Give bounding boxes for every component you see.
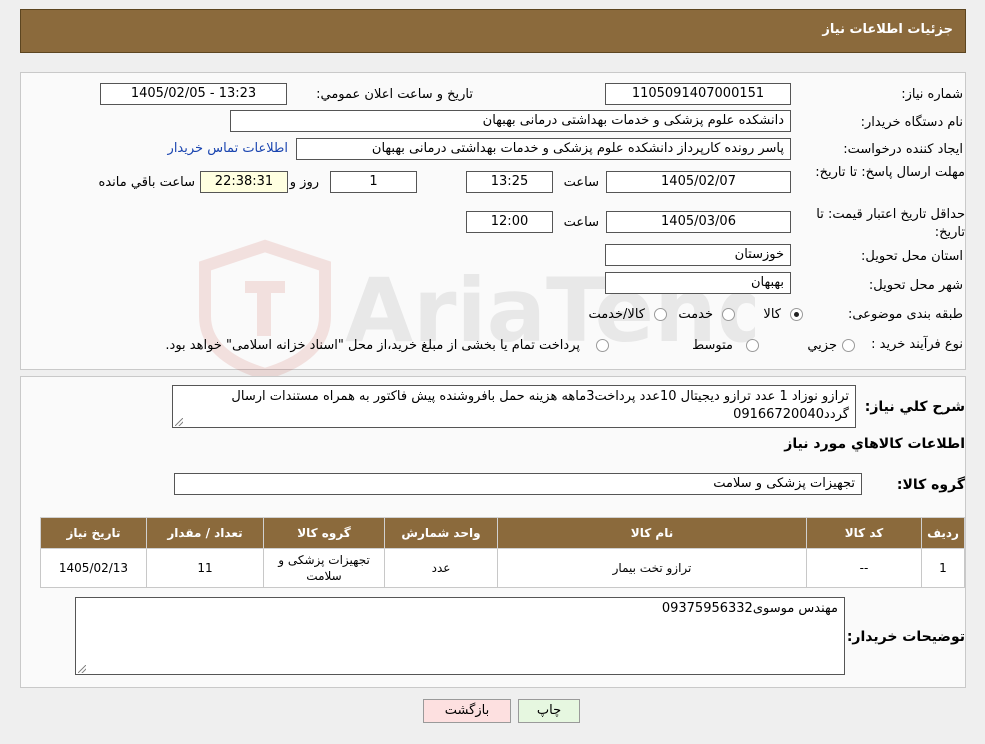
- column-header-name: نام کالا: [497, 517, 807, 549]
- buyer-notes-label: توضيحات خريدار:: [846, 629, 965, 645]
- category-option-service: خدمت: [678, 307, 713, 322]
- time-remaining-label: ساعت باقي مانده: [98, 175, 195, 190]
- requester-label: ايجاد کننده درخواست:: [843, 142, 963, 157]
- days-remaining-field: 1: [330, 171, 417, 193]
- need-number-field: 1105091407000151: [605, 83, 791, 105]
- price-validity-time-field: 12:00: [466, 211, 553, 233]
- process-treasury-note: پرداخت تمام يا بخشی از مبلغ خريد،از محل …: [165, 338, 580, 353]
- process-option-medium: متوسط: [692, 338, 733, 353]
- city-label: شهر محل تحويل:: [868, 278, 963, 293]
- column-header-qty: تعداد / مقدار: [146, 517, 264, 549]
- resize-grip-icon[interactable]: [78, 665, 86, 673]
- reply-time-field: 13:25: [466, 171, 553, 193]
- buyer-org-field: دانشکده علوم پزشکی و خدمات بهداشتی درمان…: [230, 110, 791, 132]
- description-label: شرح کلي نياز:: [864, 399, 965, 415]
- table-header-row: رديف کد کالا نام کالا واحد شمارش گروه کا…: [40, 517, 965, 549]
- process-radio-treasury[interactable]: [596, 339, 609, 352]
- time-remaining-field: 22:38:31: [200, 171, 288, 193]
- category-radio-service[interactable]: [722, 308, 735, 321]
- description-text: ترازو نوزاد 1 عدد ترازو دیجیتال 10عدد پر…: [231, 389, 849, 422]
- page-title: جزئیات اطلاعات نیاز: [822, 22, 953, 37]
- cell-code: --: [806, 548, 922, 588]
- column-header-group: گروه کالا: [263, 517, 385, 549]
- cell-date: 1405/02/13: [40, 548, 147, 588]
- need-number-label: شماره نیاز:: [901, 87, 963, 102]
- cell-name: ترازو تخت بیمار: [497, 548, 807, 588]
- cell-qty: 11: [146, 548, 264, 588]
- process-radio-medium[interactable]: [746, 339, 759, 352]
- announce-datetime-field: 1405/02/05 - 13:23: [100, 83, 287, 105]
- city-field: بهبهان: [605, 272, 791, 294]
- province-field: خوزستان: [605, 244, 791, 266]
- page-header: جزئیات اطلاعات نیاز: [20, 9, 966, 53]
- column-header-index: رديف: [921, 517, 965, 549]
- announce-datetime-label: تاریخ و ساعت اعلان عمومي:: [316, 87, 473, 102]
- category-option-goods-service: کالا/خدمت: [588, 307, 645, 322]
- requester-field: پاسر رونده کارپرداز دانشکده علوم پزشکی و…: [296, 138, 791, 160]
- price-validity-time-label: ساعت: [563, 215, 599, 230]
- column-header-unit: واحد شمارش: [384, 517, 498, 549]
- cell-unit: عدد: [384, 548, 498, 588]
- cell-group: تجهیزات پزشکی و سلامت: [263, 548, 385, 588]
- goods-section-title: اطلاعات کالاهاي مورد نياز: [784, 436, 965, 452]
- resize-grip-icon[interactable]: [175, 418, 183, 426]
- column-header-code: کد کالا: [806, 517, 922, 549]
- goods-group-label: گروه کالا:: [896, 477, 965, 493]
- price-validity-date-field: 1405/03/06: [606, 211, 791, 233]
- reply-date-field: 1405/02/07: [606, 171, 791, 193]
- process-radio-minor[interactable]: [842, 339, 855, 352]
- print-button[interactable]: چاپ: [518, 699, 580, 723]
- price-validity-label: حداقل تاريخ اعتبار قيمت: تا تاريخ:: [816, 207, 965, 240]
- category-option-goods: کالا: [763, 307, 781, 322]
- category-radio-goods-service[interactable]: [654, 308, 667, 321]
- category-label: طبقه بندی موضوعی:: [847, 307, 963, 322]
- column-header-date: تاريخ نياز: [40, 517, 147, 549]
- back-button[interactable]: بازگشت: [423, 699, 511, 723]
- table-row[interactable]: 1 -- ترازو تخت بیمار عدد تجهیزات پزشکی و…: [40, 548, 965, 588]
- goods-group-field: تجهیزات پزشکی و سلامت: [174, 473, 862, 495]
- process-type-label: نوع فرآيند خريد :: [871, 337, 963, 352]
- days-label: روز و: [289, 175, 319, 190]
- process-option-minor: جزيي: [807, 338, 837, 353]
- cell-index: 1: [921, 548, 965, 588]
- category-radio-goods[interactable]: [790, 308, 803, 321]
- province-label: استان محل تحويل:: [861, 249, 963, 264]
- description-textarea[interactable]: ترازو نوزاد 1 عدد ترازو دیجیتال 10عدد پر…: [172, 385, 856, 428]
- buyer-org-label: نام دستگاه خريدار:: [860, 115, 963, 130]
- reply-deadline-label: مهلت ارسال پاسخ: تا تاريخ:: [815, 165, 965, 180]
- buyer-notes-text: مهندس موسوی09375956332: [661, 601, 838, 616]
- buyer-notes-textarea[interactable]: مهندس موسوی09375956332: [75, 597, 845, 675]
- goods-table: رديف کد کالا نام کالا واحد شمارش گروه کا…: [40, 517, 965, 588]
- buyer-contact-link[interactable]: اطلاعات تماس خريدار: [168, 141, 288, 156]
- reply-time-label: ساعت: [563, 175, 599, 190]
